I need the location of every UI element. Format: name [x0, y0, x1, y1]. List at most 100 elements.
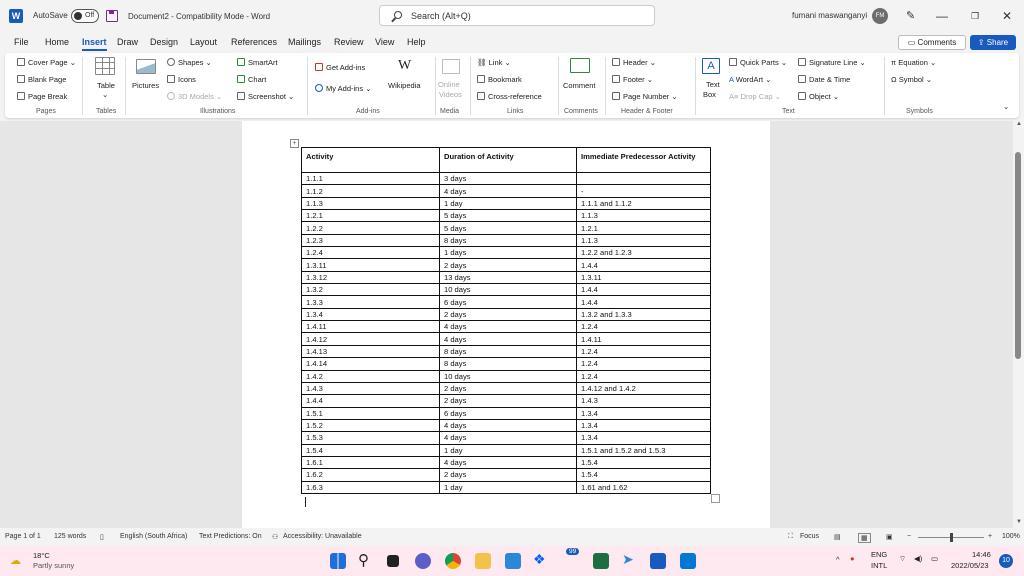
activity-cell[interactable]: 1.1.2: [301, 184, 440, 198]
activity-cell[interactable]: 1.5.2: [301, 418, 440, 433]
duration-cell[interactable]: 8 days: [439, 357, 577, 371]
predecessor-cell[interactable]: 1.2.4: [576, 344, 711, 359]
duration-cell[interactable]: 8 days: [439, 233, 577, 248]
activity-cell[interactable]: 1.4.11: [301, 320, 440, 334]
zoom-level[interactable]: 100%: [1002, 533, 1020, 540]
proofing-icon[interactable]: ▯: [100, 533, 104, 541]
predecessor-cell[interactable]: 1.4.4: [576, 258, 711, 272]
text-box-icon[interactable]: A: [702, 58, 720, 74]
predecessor-cell[interactable]: 1.2.1: [576, 221, 711, 235]
duration-cell[interactable]: 2 days: [439, 394, 577, 408]
duration-cell[interactable]: 4 days: [439, 431, 577, 445]
search-taskbar-icon[interactable]: ⚲: [358, 551, 369, 569]
predecessor-cell[interactable]: 1.1.3: [576, 209, 711, 223]
scrollbar-thumb[interactable]: [1015, 152, 1021, 359]
predecessor-cell[interactable]: 1.2.4: [576, 357, 711, 371]
equation-button[interactable]: π Equation ⌄: [891, 58, 936, 67]
print-layout-icon[interactable]: ▦: [858, 533, 871, 543]
table-dropdown-icon[interactable]: ⌄: [102, 90, 108, 99]
task-view-icon[interactable]: [387, 555, 399, 567]
predecessor-cell[interactable]: 1.61 and 1.62: [576, 480, 711, 494]
user-name[interactable]: fumani maswanganyi: [792, 11, 867, 20]
signature-line-button[interactable]: Signature Line ⌄: [798, 58, 866, 67]
tab-view[interactable]: View: [375, 37, 394, 47]
language[interactable]: English (South Africa): [120, 533, 187, 540]
tab-help[interactable]: Help: [407, 37, 426, 47]
save-icon[interactable]: [106, 10, 118, 22]
duration-cell[interactable]: 4 days: [439, 184, 577, 198]
chart-button[interactable]: Chart: [237, 75, 266, 84]
read-mode-icon[interactable]: ▤: [834, 533, 841, 541]
predecessor-cell[interactable]: 1.1.1 and 1.1.2: [576, 196, 711, 211]
3d-models-button[interactable]: 3D Models ⌄: [167, 92, 222, 101]
table-button[interactable]: Table: [97, 81, 115, 90]
online-videos-label-2[interactable]: Videos: [439, 90, 462, 99]
weather-temp[interactable]: 18°C: [33, 551, 50, 560]
online-videos-icon[interactable]: [442, 59, 460, 74]
duration-cell[interactable]: 10 days: [439, 283, 577, 297]
tab-insert[interactable]: Insert: [82, 37, 107, 51]
predecessor-cell[interactable]: 1.4.11: [576, 332, 711, 346]
keyboard-layout[interactable]: INTL: [871, 561, 887, 570]
windows-start-icon[interactable]: [330, 553, 346, 569]
activity-cell[interactable]: 1.6.2: [301, 468, 440, 482]
accessibility-icon[interactable]: ⚇: [272, 533, 278, 541]
duration-cell[interactable]: 10 days: [439, 369, 577, 383]
autosave-toggle[interactable]: Off: [71, 9, 99, 23]
wordart-button[interactable]: A WordArt ⌄: [729, 75, 771, 84]
activity-cell[interactable]: 1.5.3: [301, 431, 440, 445]
tab-mailings[interactable]: Mailings: [288, 37, 321, 47]
pictures-icon[interactable]: [136, 59, 156, 74]
activity-cell[interactable]: 1.2.4: [301, 246, 440, 260]
predecessor-cell[interactable]: 1.5.4: [576, 455, 711, 470]
smartart-button[interactable]: SmartArt: [237, 58, 278, 67]
activity-cell[interactable]: 1.2.1: [301, 209, 440, 223]
pen-icon[interactable]: ✎: [906, 9, 915, 22]
weather-icon[interactable]: ☁: [10, 554, 21, 567]
tab-home[interactable]: Home: [45, 37, 69, 47]
activity-cell[interactable]: 1.4.14: [301, 357, 440, 371]
predecessor-cell[interactable]: 1.5.1 and 1.5.2 and 1.5.3: [576, 443, 711, 457]
duration-cell[interactable]: 1 days: [439, 246, 577, 260]
duration-cell[interactable]: 4 days: [439, 332, 577, 346]
chrome-icon[interactable]: [445, 553, 461, 569]
tab-draw[interactable]: Draw: [117, 37, 138, 47]
search-box[interactable]: Search (Alt+Q): [379, 5, 655, 26]
notification-badge[interactable]: 10: [999, 554, 1013, 568]
collapse-ribbon-icon[interactable]: ⌄: [1003, 102, 1009, 111]
blank-page-button[interactable]: Blank Page: [17, 75, 66, 84]
battery-icon[interactable]: ▭: [931, 554, 938, 563]
predecessor-cell[interactable]: 1.4.12 and 1.4.2: [576, 381, 711, 396]
wifi-icon[interactable]: ⌔: [899, 554, 906, 564]
tab-layout[interactable]: Layout: [190, 37, 217, 47]
activity-cell[interactable]: 1.6.1: [301, 455, 440, 470]
excel-icon[interactable]: [593, 553, 609, 569]
comments-button[interactable]: ▭ Comments: [898, 35, 966, 50]
focus-mode[interactable]: Focus: [800, 533, 819, 540]
pictures-button[interactable]: Pictures: [132, 81, 159, 90]
volume-icon[interactable]: ◀): [914, 554, 922, 563]
tab-references[interactable]: References: [231, 37, 277, 47]
table-move-handle-icon[interactable]: +: [290, 139, 299, 148]
predecessor-cell[interactable]: 1.3.2 and 1.3.3: [576, 307, 711, 322]
predecessor-cell[interactable]: 1.3.4: [576, 406, 711, 420]
online-videos-label-1[interactable]: Online: [438, 80, 460, 89]
duration-cell[interactable]: 5 days: [439, 209, 577, 223]
activity-cell[interactable]: 1.5.1: [301, 406, 440, 420]
predecessor-cell[interactable]: 1.4.3: [576, 394, 711, 408]
wikipedia-icon[interactable]: W: [398, 58, 411, 74]
header-button[interactable]: Header ⌄: [612, 58, 656, 67]
avatar[interactable]: FM: [872, 8, 888, 24]
antivirus-icon[interactable]: ●: [850, 554, 855, 563]
column-header[interactable]: Duration of Activity: [439, 147, 577, 173]
activity-cell[interactable]: 1.4.13: [301, 344, 440, 359]
duration-cell[interactable]: 2 days: [439, 468, 577, 482]
chevron-up-icon[interactable]: ^: [836, 555, 840, 564]
weather-desc[interactable]: Partly sunny: [33, 561, 74, 570]
wikipedia-button[interactable]: Wikipedia: [388, 81, 421, 90]
cover-page-button[interactable]: Cover Page ⌄: [17, 58, 76, 67]
comment-button[interactable]: Comment: [563, 81, 596, 90]
zoom-slider-thumb[interactable]: [950, 533, 953, 542]
activity-cell[interactable]: 1.3.12: [301, 270, 440, 285]
duration-cell[interactable]: 6 days: [439, 406, 577, 420]
